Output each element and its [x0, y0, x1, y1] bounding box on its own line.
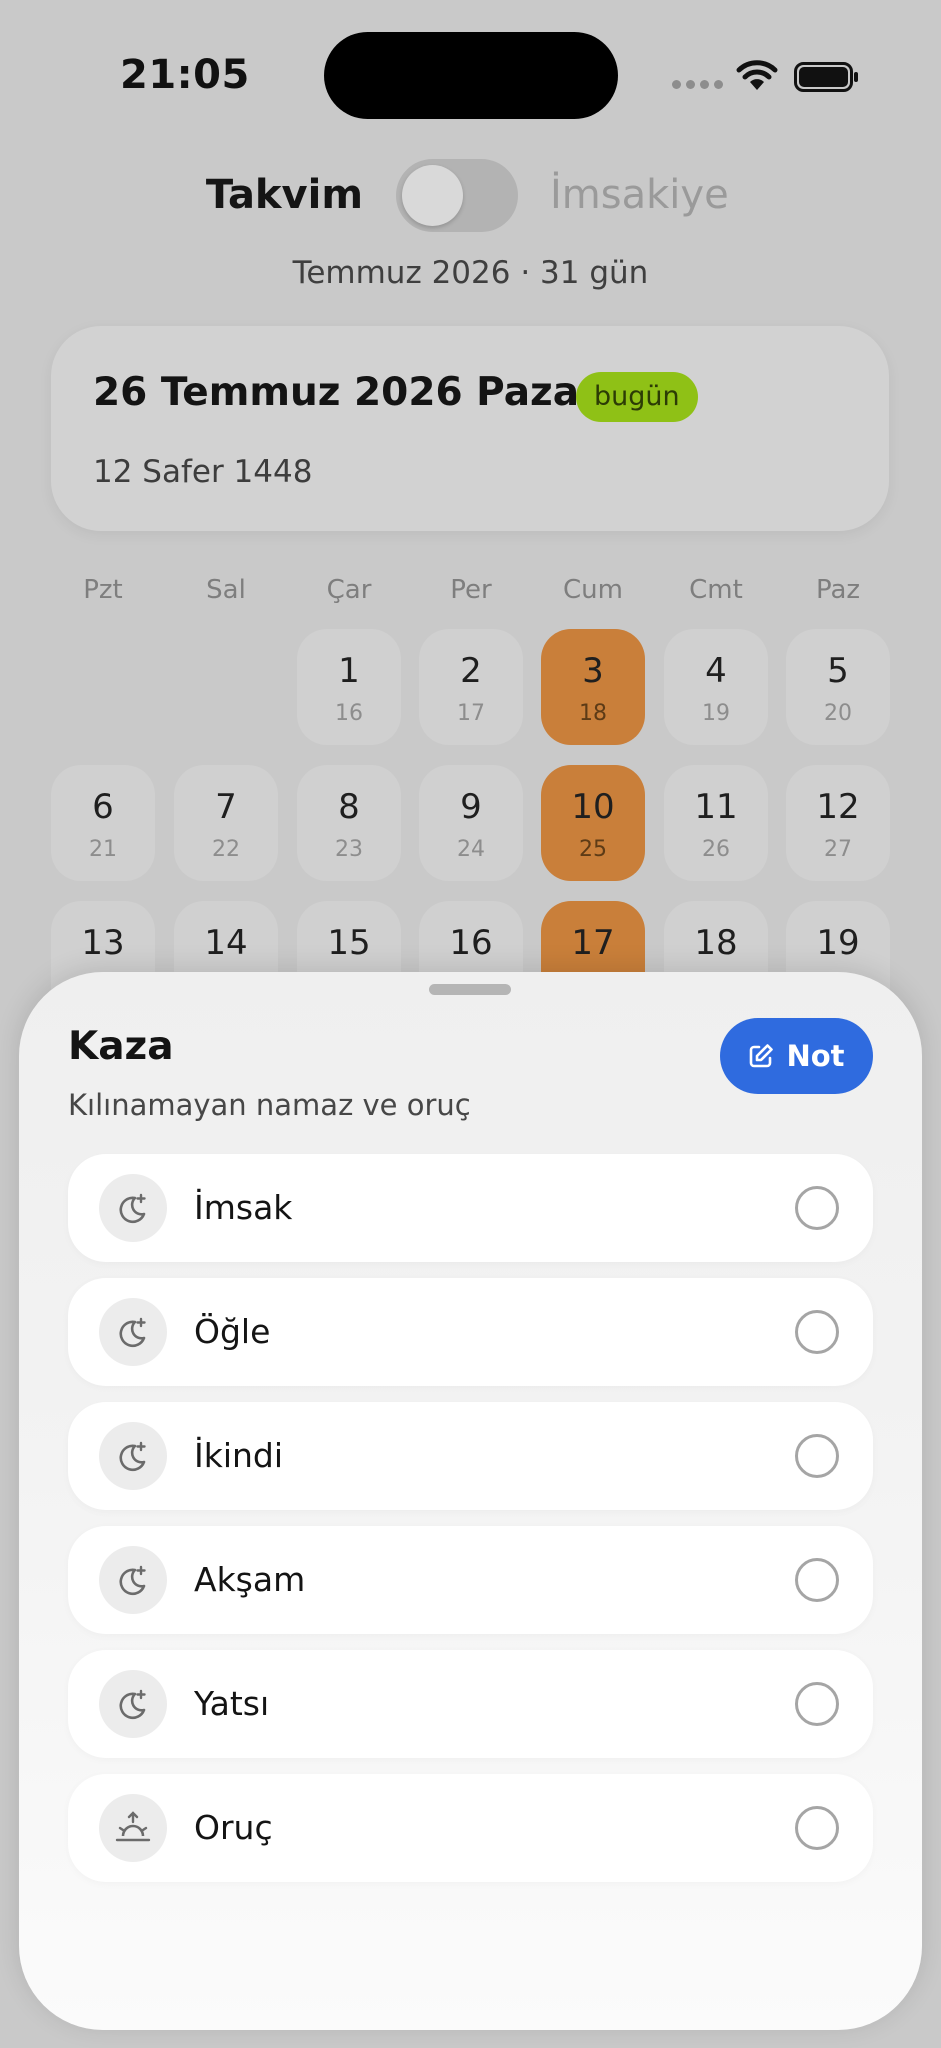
calendar-day[interactable]: 10 25: [541, 765, 645, 881]
kaza-item[interactable]: Yatsı: [68, 1650, 873, 1758]
kaza-item[interactable]: Oruç: [68, 1774, 873, 1882]
sheet-subtitle: Kılınamayan namaz ve oruç: [68, 1088, 471, 1122]
gregorian-day-number: 7: [215, 787, 237, 827]
gregorian-day-number: 10: [571, 787, 615, 827]
gregorian-day-number: 9: [460, 787, 482, 827]
weekday-label: Paz: [815, 575, 861, 605]
weekday-label: Per: [450, 575, 492, 605]
hijri-day-number: 18: [579, 701, 607, 726]
sheet-grabber[interactable]: [429, 984, 511, 995]
edit-note-icon: [750, 1044, 774, 1068]
hijri-day-number: 25: [579, 837, 607, 862]
hijri-date: 12 Safer 1448: [93, 454, 313, 490]
hijri-day-number: 26: [702, 837, 730, 862]
kaza-item-label: Öğle: [194, 1312, 271, 1351]
kaza-item-checkbox[interactable]: [795, 1434, 839, 1478]
sheet-title: Kaza: [68, 1024, 174, 1069]
kaza-item-label: Oruç: [194, 1808, 273, 1847]
gregorian-day-number: 18: [694, 923, 738, 963]
moon-star-icon: [99, 1422, 167, 1490]
kaza-item-label: İmsak: [194, 1188, 293, 1227]
gregorian-day-number: 15: [327, 923, 371, 963]
gregorian-day-number: 13: [81, 923, 125, 963]
gregorian-day-number: 3: [582, 651, 604, 691]
hijri-day-number: 20: [824, 701, 852, 726]
weekday-label: Cmt: [689, 575, 743, 605]
calendar-day[interactable]: 11 26: [664, 765, 768, 881]
mode-toggle[interactable]: [396, 159, 518, 232]
dynamic-island: [324, 32, 618, 119]
kaza-item-checkbox[interactable]: [795, 1806, 839, 1850]
kaza-item[interactable]: Öğle: [68, 1278, 873, 1386]
gregorian-day-number: 1: [338, 651, 360, 691]
hijri-day-number: 23: [335, 837, 363, 862]
status-time: 21:05: [120, 52, 250, 98]
kaza-item-checkbox[interactable]: [795, 1310, 839, 1354]
gregorian-day-number: 14: [204, 923, 248, 963]
gregorian-day-number: 16: [449, 923, 493, 963]
gregorian-day-number: 2: [460, 651, 482, 691]
kaza-sheet: Kaza Kılınamayan namaz ve oruç Not İmsak…: [19, 972, 922, 2030]
gregorian-day-number: 17: [571, 923, 615, 963]
kaza-item-checkbox[interactable]: [795, 1682, 839, 1726]
weekday-label: Çar: [326, 575, 372, 605]
moon-star-icon: [99, 1298, 167, 1366]
moon-star-icon: [99, 1174, 167, 1242]
hijri-day-number: 27: [824, 837, 852, 862]
calendar-day[interactable]: 12 27: [786, 765, 890, 881]
calendar-day[interactable]: 8 23: [297, 765, 401, 881]
calendar-day[interactable]: 5 20: [786, 629, 890, 745]
gregorian-day-number: 8: [338, 787, 360, 827]
hijri-day-number: 17: [457, 701, 485, 726]
selected-date-card[interactable]: 26 Temmuz 2026 Pazar bugün 12 Safer 1448: [51, 326, 889, 531]
month-summary: Temmuz 2026 · 31 gün: [292, 255, 649, 291]
calendar-day[interactable]: 1 16: [297, 629, 401, 745]
weekday-label: Pzt: [83, 575, 123, 605]
gregorian-day-number: 6: [92, 787, 114, 827]
hijri-day-number: 19: [702, 701, 730, 726]
calendar-day[interactable]: 2 17: [419, 629, 523, 745]
hijri-day-number: 16: [335, 701, 363, 726]
toggle-knob: [402, 165, 463, 226]
kaza-item[interactable]: Akşam: [68, 1526, 873, 1634]
calendar-day[interactable]: 4 19: [664, 629, 768, 745]
gregorian-day-number: 5: [827, 651, 849, 691]
gregorian-day-number: 11: [694, 787, 738, 827]
battery-icon: [794, 62, 858, 92]
kaza-item-label: Akşam: [194, 1560, 306, 1599]
hijri-day-number: 21: [89, 837, 117, 862]
gregorian-day-number: 4: [705, 651, 727, 691]
weekday-label: Cum: [563, 575, 623, 605]
gregorian-day-number: 12: [816, 787, 860, 827]
today-badge: bugün: [576, 372, 698, 422]
kaza-item-label: İkindi: [194, 1436, 284, 1475]
weekday-label: Sal: [206, 575, 246, 605]
calendar-day[interactable]: 9 24: [419, 765, 523, 881]
calendar-mode-label[interactable]: Takvim: [206, 172, 363, 218]
kaza-item-label: Yatsı: [194, 1684, 270, 1723]
moon-star-icon: [99, 1670, 167, 1738]
kaza-item-checkbox[interactable]: [795, 1186, 839, 1230]
add-note-button[interactable]: Not: [720, 1018, 873, 1094]
kaza-item-checkbox[interactable]: [795, 1558, 839, 1602]
cellular-signal-icon: [672, 80, 723, 89]
sunrise-icon: [99, 1794, 167, 1862]
hijri-day-number: 22: [212, 837, 240, 862]
wifi-icon: [736, 60, 778, 90]
calendar-day[interactable]: 3 18: [541, 629, 645, 745]
gregorian-day-number: 19: [816, 923, 860, 963]
calendar-day[interactable]: 7 22: [174, 765, 278, 881]
kaza-item[interactable]: İkindi: [68, 1402, 873, 1510]
moon-star-icon: [99, 1546, 167, 1614]
add-note-label: Not: [786, 1039, 845, 1073]
hijri-day-number: 24: [457, 837, 485, 862]
selected-date-title: 26 Temmuz 2026 Pazar: [93, 370, 599, 415]
kaza-item[interactable]: İmsak: [68, 1154, 873, 1262]
calendar-day[interactable]: 6 21: [51, 765, 155, 881]
imsakiye-mode-label[interactable]: İmsakiye: [550, 172, 729, 218]
